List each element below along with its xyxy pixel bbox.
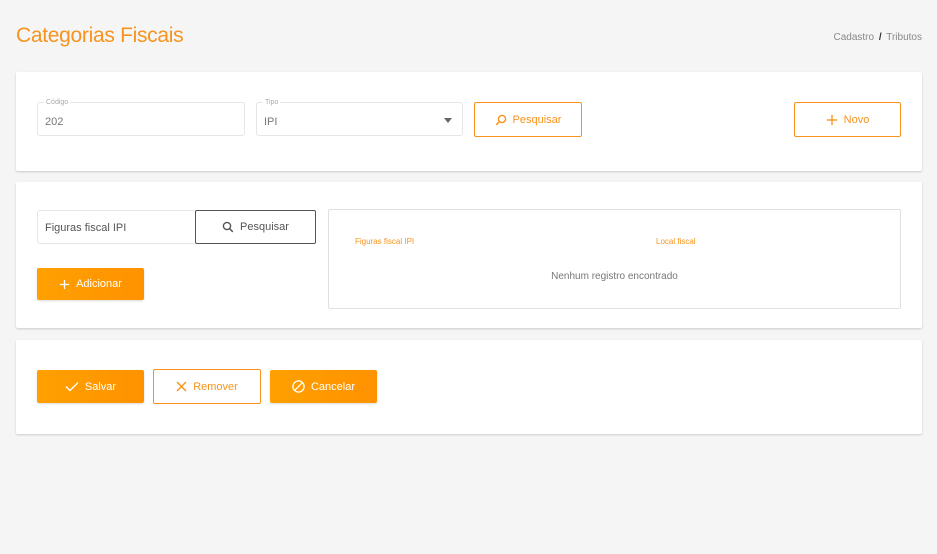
cancel-icon — [292, 380, 305, 393]
actions-card: Salvar Remover Cancelar — [16, 340, 922, 434]
close-icon — [176, 381, 187, 392]
figures-search-label: Pesquisar — [240, 221, 289, 233]
column-header-local[interactable]: Local fiscal — [656, 237, 696, 246]
breadcrumb-tributos: Tributos — [886, 32, 922, 43]
add-button[interactable]: Adicionar — [37, 268, 144, 300]
codigo-field[interactable]: Código 202 — [37, 98, 245, 136]
codigo-value: 202 — [45, 116, 64, 128]
cancel-label: Cancelar — [310, 380, 356, 393]
breadcrumb: Cadastro / Tributos — [833, 32, 922, 43]
breadcrumb-cadastro[interactable]: Cadastro — [833, 32, 874, 43]
filter-search-button[interactable]: Pesquisar — [474, 102, 582, 137]
caret-down-icon — [444, 118, 452, 123]
breadcrumb-separator: / — [878, 32, 882, 43]
filter-card: Código 202 Tipo IPI Pesquisar Novo — [16, 72, 922, 171]
codigo-label: Código — [44, 98, 71, 107]
plus-icon — [59, 279, 70, 289]
empty-message: Nenhum registro encontrado — [551, 271, 678, 282]
figures-input[interactable]: Figuras fiscal IPI — [37, 210, 195, 244]
new-label: Novo — [843, 113, 870, 126]
check-icon — [65, 382, 79, 392]
filter-search-label: Pesquisar — [512, 113, 562, 126]
tipo-label: Tipo — [263, 98, 281, 107]
column-header-figuras[interactable]: Figuras fiscal IPI — [355, 237, 414, 246]
search-icon — [222, 221, 234, 233]
remove-label: Remover — [193, 380, 238, 393]
figures-card: Figuras fiscal IPI Pesquisar Adicionar F… — [16, 182, 922, 328]
figures-input-value: Figuras fiscal IPI — [45, 222, 127, 234]
save-button[interactable]: Salvar — [37, 370, 144, 403]
remove-button[interactable]: Remover — [153, 369, 261, 404]
new-button[interactable]: Novo — [794, 102, 901, 137]
add-label: Adicionar — [76, 278, 122, 290]
tipo-value: IPI — [264, 116, 278, 128]
plus-icon — [826, 114, 837, 125]
cancel-button[interactable]: Cancelar — [270, 370, 377, 403]
figures-search-button[interactable]: Pesquisar — [195, 210, 316, 244]
save-label: Salvar — [84, 380, 117, 393]
tipo-select[interactable]: Tipo IPI — [256, 98, 463, 136]
page-title: Categorias Fiscais — [16, 24, 184, 47]
figures-table: Figuras fiscal IPI Local fiscal Nenhum r… — [328, 209, 901, 309]
search-icon — [495, 114, 506, 125]
